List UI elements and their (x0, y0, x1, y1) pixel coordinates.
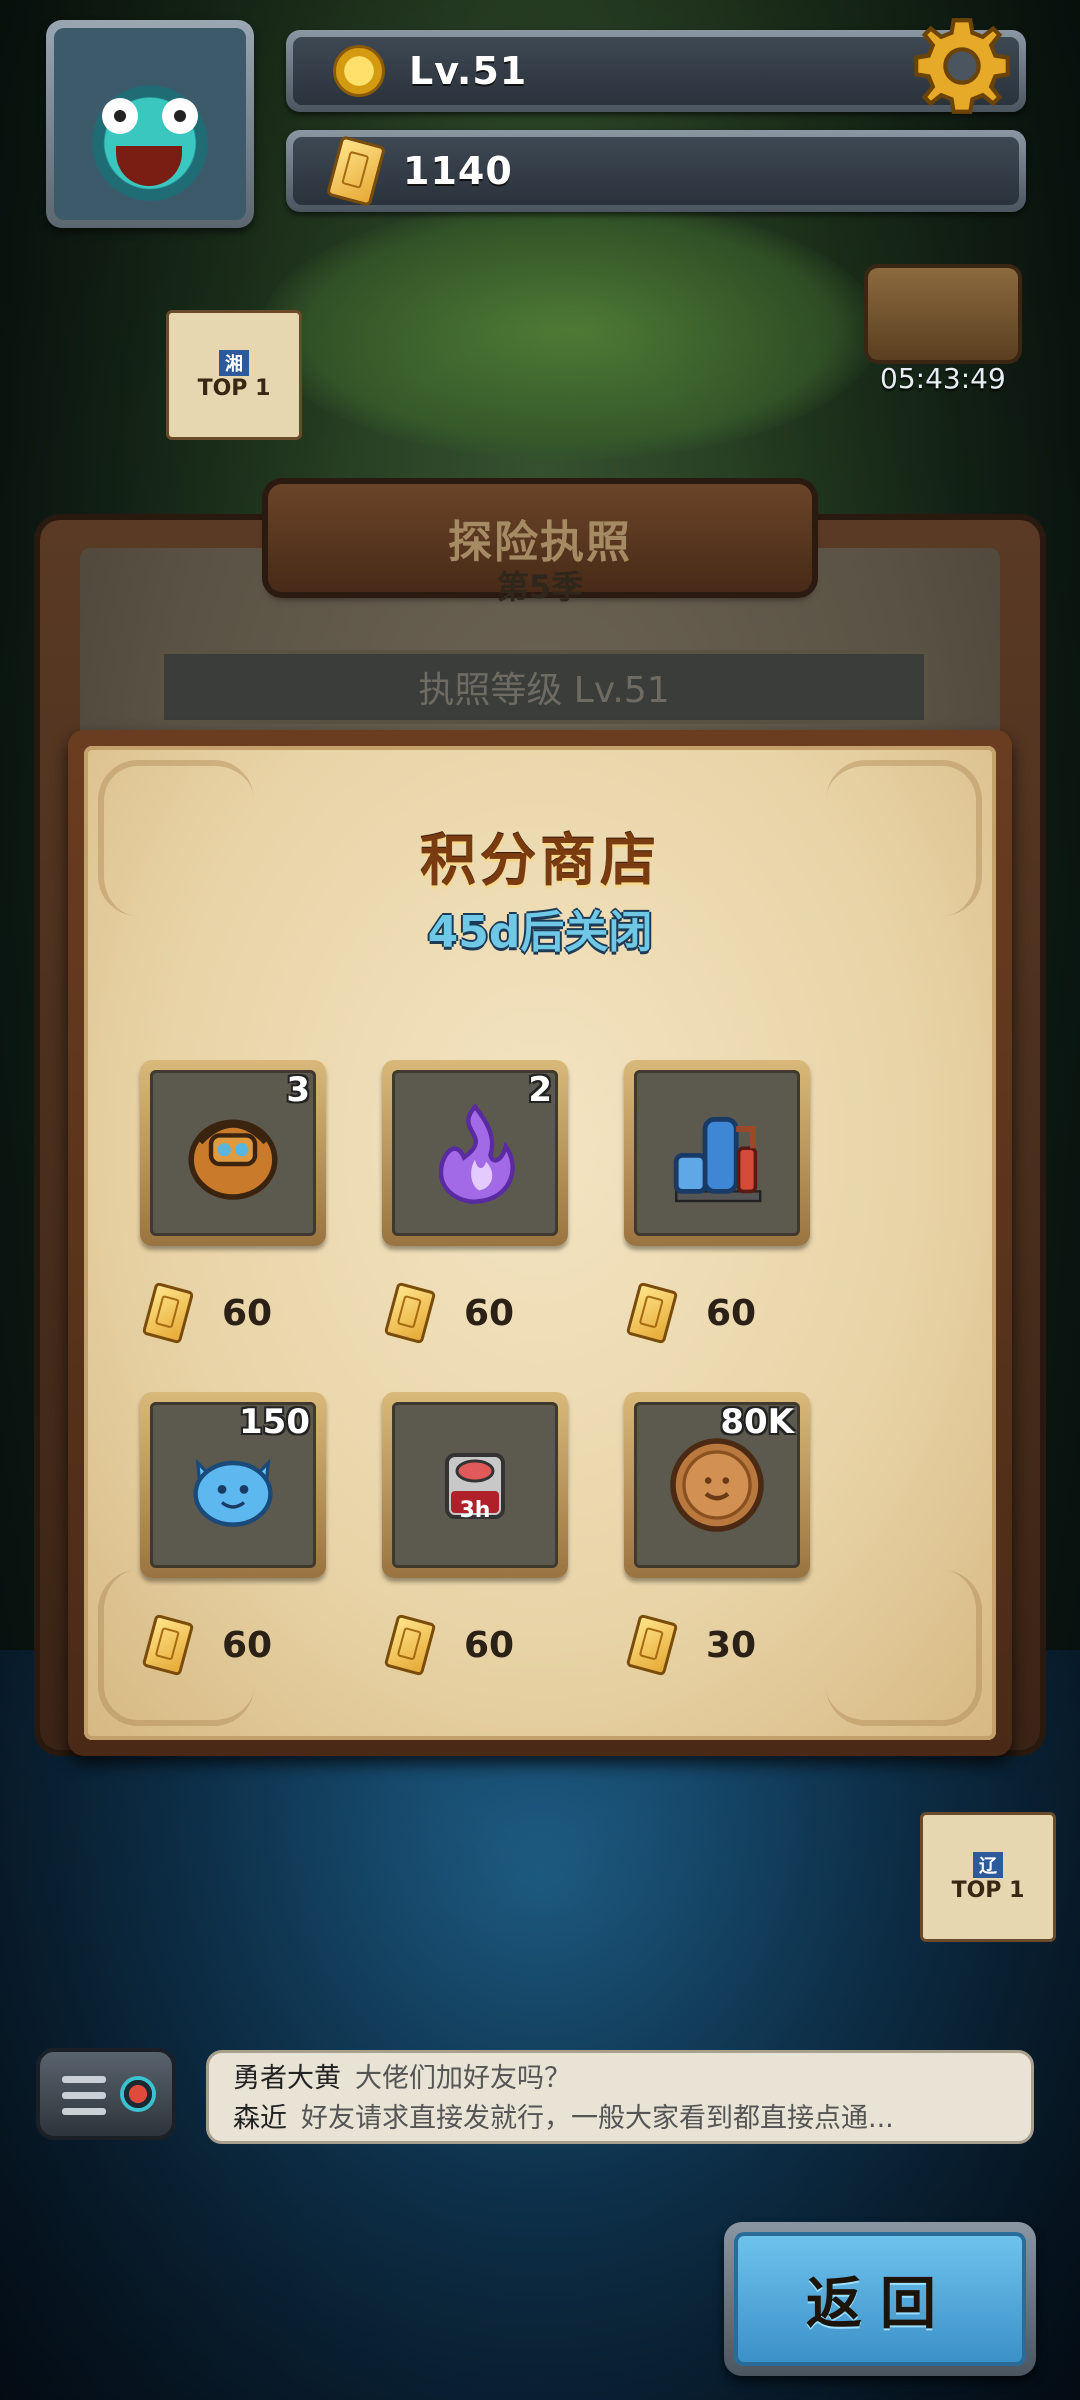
item-quantity: 3 (286, 1070, 310, 1110)
item-price: 60 (141, 1613, 273, 1677)
item-price: 60 (141, 1281, 273, 1345)
shop-item-blue-slime[interactable]: 150 (140, 1392, 326, 1578)
item-quantity: 80K (720, 1402, 794, 1442)
player-level: Lv.51 (409, 49, 528, 93)
chat-menu-button[interactable] (36, 2048, 176, 2140)
item-quantity: 2 (528, 1070, 552, 1110)
price-value: 60 (464, 1624, 515, 1666)
item-price: 60 (383, 1281, 515, 1345)
price-value: 60 (222, 1624, 273, 1666)
region-tag: 辽 (973, 1851, 1003, 1878)
map-ranking-badge-right[interactable]: 辽 TOP 1 (920, 1812, 1056, 1942)
region-tag: 湘 (219, 349, 249, 376)
ticket-icon (325, 135, 387, 207)
water-tank-machine-icon (673, 1117, 762, 1203)
ranking-label: TOP 1 (951, 1877, 1025, 1903)
purple-flame-icon (438, 1103, 515, 1204)
item-price: 60 (383, 1613, 515, 1677)
back-button[interactable]: 返回 (724, 2222, 1036, 2376)
price-value: 30 (706, 1624, 757, 1666)
player-avatar[interactable] (46, 20, 254, 228)
bronze-coin-icon (670, 1438, 764, 1532)
shop-close-countdown: 45d后关闭 (427, 907, 653, 958)
chat-text: 大佬们加好友吗？ (355, 2063, 571, 2094)
chat-text: 好友请求直接发就行，一般大家看到都直接点通... (301, 2103, 894, 2134)
ranking-label: TOP 1 (197, 375, 271, 401)
treasure-chest-icon[interactable] (868, 268, 1018, 360)
medal-icon (333, 45, 385, 97)
blue-slime-icon (193, 1458, 273, 1527)
ticket-icon (141, 1281, 195, 1345)
ticket-icon (625, 1281, 679, 1345)
points-shop-panel: 积分商店 45d后关闭 3 2 60 60 60 150 3h 80K 60 6… (68, 730, 1012, 1756)
backpack-icon (188, 1119, 278, 1200)
ticket-count: 1140 (403, 149, 513, 193)
item-price: 60 (625, 1281, 757, 1345)
ticket-icon (141, 1613, 195, 1677)
settings-gear-icon[interactable] (910, 14, 1014, 118)
chat-preview[interactable]: 勇者大黄 大佬们加好友吗？ 森近 好友请求直接发就行，一般大家看到都直接点通... (206, 2050, 1034, 2144)
shop-item-bronze-coin[interactable]: 80K (624, 1392, 810, 1578)
back-button-label: 返回 (806, 2271, 954, 2337)
shop-item-machine[interactable] (624, 1060, 810, 1246)
price-value: 60 (222, 1292, 273, 1334)
item-price: 30 (625, 1613, 757, 1677)
shop-item-purple-flame[interactable]: 2 (382, 1060, 568, 1246)
season-label: 第5季 (496, 568, 584, 606)
license-level-text: 执照等级 Lv.51 (418, 670, 670, 711)
map-ranking-badge-left[interactable]: 湘 TOP 1 (166, 310, 302, 440)
license-title: 探险执照 (448, 517, 632, 568)
chat-radio-icon (120, 2076, 156, 2112)
price-value: 60 (464, 1292, 515, 1334)
chat-sender: 森近 (233, 2103, 287, 2134)
time-boost-label: 3h (459, 1498, 491, 1523)
license-level-bar: 执照等级 Lv.51 (160, 650, 928, 724)
chat-message: 勇者大黄 大佬们加好友吗？ (233, 2059, 1007, 2099)
chat-sender: 勇者大黄 (233, 2063, 341, 2094)
item-quantity: 150 (239, 1402, 310, 1442)
event-timer: 05:43:49 (880, 362, 1006, 395)
price-value: 60 (706, 1292, 757, 1334)
shop-title: 积分商店 (420, 829, 660, 894)
currency-bar: 1140 (286, 130, 1026, 212)
shop-item-time-boost[interactable]: 3h (382, 1392, 568, 1578)
chat-message: 森近 好友请求直接发就行，一般大家看到都直接点通... (233, 2099, 1007, 2139)
shop-item-backpack[interactable]: 3 (140, 1060, 326, 1246)
ticket-icon (383, 1613, 437, 1677)
ticket-icon (383, 1281, 437, 1345)
ticket-icon (625, 1613, 679, 1677)
